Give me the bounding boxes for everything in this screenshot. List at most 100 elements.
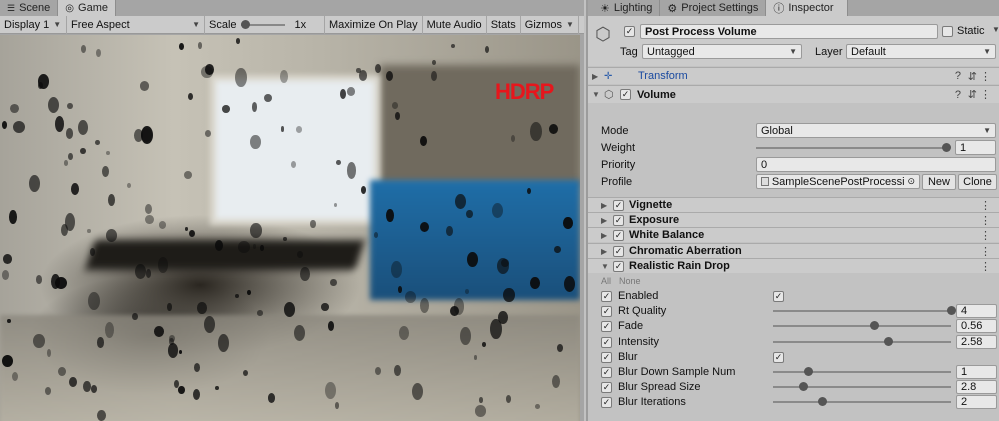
- override-enabled-checkbox[interactable]: ✓: [613, 260, 624, 272]
- weight-field[interactable]: 1: [955, 140, 996, 155]
- param-slider[interactable]: [773, 395, 953, 410]
- rain-drop: [178, 386, 185, 394]
- override-checkbox[interactable]: ✓: [601, 367, 612, 378]
- override-enabled-checkbox[interactable]: ✓: [613, 245, 624, 257]
- param-slider[interactable]: [773, 380, 953, 395]
- object-picker-icon[interactable]: ⊙: [907, 176, 915, 187]
- override-checkbox[interactable]: ✓: [601, 306, 612, 317]
- volume-component-header[interactable]: ▼ ⬡ ✓ Volume ? ⇵ ⋮: [588, 85, 999, 103]
- override-checkbox[interactable]: ✓: [601, 397, 612, 408]
- rain-drop: [283, 237, 287, 242]
- param-toggle[interactable]: ✓: [773, 352, 784, 363]
- volume-enabled-checkbox[interactable]: ✓: [620, 89, 631, 100]
- weight-slider[interactable]: [756, 140, 952, 156]
- weight-knob[interactable]: [942, 143, 951, 152]
- display-dropdown[interactable]: Display 1 ▼: [0, 15, 67, 34]
- param-value-field[interactable]: 2.8: [956, 380, 997, 394]
- profile-field[interactable]: SampleScenePostProcessir ⊙: [756, 174, 920, 189]
- override-checkbox[interactable]: ✓: [601, 337, 612, 348]
- rain-drop: [506, 395, 512, 403]
- more-menu-icon[interactable]: ⋮: [980, 229, 991, 242]
- rain-drop: [405, 291, 417, 304]
- param-value-field[interactable]: 1: [956, 365, 997, 379]
- tab-scene[interactable]: ☰ Scene: [0, 0, 59, 16]
- rain-drop: [284, 302, 295, 317]
- rain-drop: [557, 344, 564, 352]
- new-button-label: New: [927, 176, 950, 188]
- layer-dropdown[interactable]: Default ▼: [846, 44, 996, 59]
- override-white-balance[interactable]: ▶ ✓ White Balance ⋮: [588, 227, 999, 242]
- static-label: Static: [957, 25, 985, 37]
- override-checkbox[interactable]: ✓: [601, 321, 612, 332]
- tab-lighting[interactable]: ☀ Lighting: [588, 0, 661, 16]
- more-menu-icon[interactable]: ⋮: [980, 70, 991, 83]
- rain-drop: [467, 252, 478, 267]
- help-icon[interactable]: ?: [955, 89, 961, 101]
- tab-inspector[interactable]: ⓘ Inspector: [766, 0, 849, 16]
- gizmos-dropdown[interactable]: Gizmos ▼: [521, 15, 579, 34]
- preset-icon[interactable]: ⇵: [968, 88, 977, 101]
- param-value-field[interactable]: 2: [956, 395, 997, 409]
- mute-audio-toggle[interactable]: Mute Audio: [423, 15, 487, 34]
- param-knob[interactable]: [804, 367, 813, 376]
- override-checkbox[interactable]: ✓: [601, 382, 612, 393]
- scale-slider[interactable]: [240, 17, 285, 33]
- tag-dropdown[interactable]: Untagged ▼: [642, 44, 802, 59]
- static-checkbox[interactable]: [942, 26, 953, 37]
- priority-field[interactable]: 0: [756, 157, 996, 172]
- override-vignette[interactable]: ▶ ✓ Vignette ⋮: [588, 197, 999, 212]
- param-track: [773, 341, 951, 343]
- override-enabled-checkbox[interactable]: ✓: [613, 199, 624, 211]
- scale-knob[interactable]: [240, 19, 250, 29]
- priority-value: 0: [761, 158, 768, 171]
- tab-game[interactable]: ◎ Game: [58, 0, 116, 16]
- more-menu-icon[interactable]: ⋮: [980, 260, 991, 273]
- all-toggle[interactable]: All: [601, 276, 611, 286]
- stats-toggle[interactable]: Stats: [487, 15, 521, 34]
- override-exposure[interactable]: ▶ ✓ Exposure ⋮: [588, 212, 999, 227]
- param-value-field[interactable]: 4: [956, 304, 997, 318]
- more-menu-icon[interactable]: ⋮: [980, 199, 991, 212]
- transform-component-header[interactable]: ▶ ✛ Transform ? ⇵ ⋮: [588, 67, 999, 84]
- param-toggle[interactable]: ✓: [773, 291, 784, 302]
- param-label: Blur Spread Size: [618, 381, 701, 393]
- override-chromatic-aberration[interactable]: ▶ ✓ Chromatic Aberration ⋮: [588, 243, 999, 258]
- override-checkbox[interactable]: ✓: [601, 291, 612, 302]
- param-knob[interactable]: [947, 306, 956, 315]
- more-menu-icon[interactable]: ⋮: [980, 88, 991, 101]
- override-checkbox[interactable]: ✓: [601, 352, 612, 363]
- param-knob[interactable]: [818, 397, 827, 406]
- preset-icon[interactable]: ⇵: [968, 70, 977, 83]
- help-icon[interactable]: ?: [955, 70, 961, 82]
- object-name-field[interactable]: Post Process Volume: [640, 24, 938, 39]
- active-checkbox[interactable]: ✓: [624, 26, 635, 37]
- param-knob[interactable]: [884, 337, 893, 346]
- param-value: 1: [961, 366, 968, 378]
- new-button[interactable]: New: [922, 174, 956, 190]
- rain-drop: [102, 166, 109, 177]
- none-toggle[interactable]: None: [619, 276, 641, 286]
- param-knob[interactable]: [870, 321, 879, 330]
- rain-drop: [179, 43, 184, 50]
- mode-dropdown[interactable]: Global ▼: [756, 123, 996, 138]
- tab-project-settings[interactable]: ⚙ Project Settings: [660, 0, 767, 16]
- game-view-render[interactable]: HDRP: [0, 35, 580, 421]
- override-enabled-checkbox[interactable]: ✓: [613, 229, 624, 241]
- more-menu-icon[interactable]: ⋮: [980, 245, 991, 258]
- override-enabled-checkbox[interactable]: ✓: [613, 214, 624, 226]
- dropdown-arrow-icon[interactable]: ▼: [992, 25, 999, 34]
- param-slider[interactable]: [773, 365, 953, 380]
- param-knob[interactable]: [799, 382, 808, 391]
- param-value-field[interactable]: 0.56: [956, 319, 997, 333]
- rain-drop: [549, 124, 558, 134]
- param-value-field[interactable]: 2.58: [956, 335, 997, 349]
- param-slider[interactable]: [773, 304, 956, 319]
- aspect-dropdown[interactable]: Free Aspect ▼: [67, 15, 205, 34]
- override-realistic-rain-drop[interactable]: ▼ ✓ Realistic Rain Drop ⋮: [588, 258, 999, 273]
- param-slider[interactable]: [773, 335, 953, 350]
- more-menu-icon[interactable]: ⋮: [980, 214, 991, 227]
- param-slider[interactable]: [773, 319, 953, 334]
- transform-title: Transform: [638, 70, 688, 82]
- maximize-on-play-toggle[interactable]: Maximize On Play: [325, 15, 423, 34]
- clone-button[interactable]: Clone: [958, 174, 997, 190]
